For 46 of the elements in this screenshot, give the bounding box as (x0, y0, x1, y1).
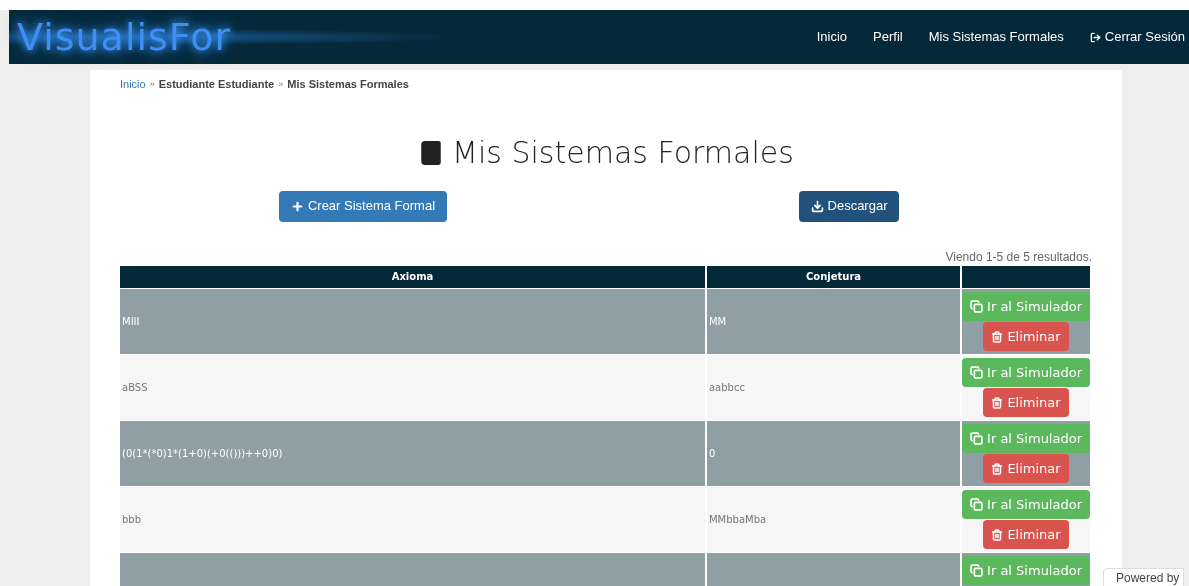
results-summary: Viendo 1-5 de 5 resultados. (945, 248, 1092, 266)
trash-icon (991, 396, 1004, 409)
simulator-button[interactable]: Ir al Simulador (962, 292, 1090, 321)
logout-link[interactable]: Cerrar Sesión (1089, 27, 1185, 47)
delete-button[interactable]: Eliminar (983, 454, 1069, 483)
breadcrumb-item: Estudiante Estudiante (158, 77, 275, 92)
table-cell: bbb (120, 486, 706, 553)
nav-link[interactable]: Inicio (816, 27, 848, 47)
column-header: Conjetura (705, 265, 962, 289)
download-button[interactable]: Descargar (798, 190, 900, 222)
nav-link[interactable]: Perfil (873, 27, 903, 47)
table-cell: (0(1*(*0)1*(1+0)(+0(()))++0)0) (120, 420, 706, 487)
simulator-button[interactable]: Ir al Simulador (962, 358, 1090, 387)
breadcrumb-item: Mis Sistemas Formales (287, 77, 409, 92)
table-cell: MM (705, 288, 962, 355)
delete-button[interactable]: Eliminar (983, 322, 1069, 351)
create-button[interactable]: Crear Sistema Formal (278, 190, 448, 222)
column-header: Axioma (120, 265, 706, 289)
download-icon (810, 199, 824, 213)
delete-button[interactable]: Eliminar (983, 520, 1069, 549)
plus-icon (290, 199, 304, 213)
logout-icon (1089, 31, 1101, 43)
table-cell: MMbbaMba (705, 486, 962, 553)
trash-icon (991, 462, 1004, 475)
simulator-button[interactable]: Ir al Simulador (962, 424, 1090, 453)
windows-icon (970, 366, 984, 379)
powered-by-badge: Powered by (1103, 568, 1185, 586)
breadcrumb-separator: » (278, 77, 284, 91)
brand-logo[interactable]: VisualisFor (17, 18, 232, 56)
nav-link[interactable]: Mis Sistemas Formales (928, 27, 1064, 47)
trash-icon (991, 330, 1004, 343)
windows-icon (970, 564, 984, 577)
simulator-button[interactable]: Ir al Simulador (962, 490, 1090, 519)
table-cell: MIII (120, 288, 706, 355)
windows-icon (970, 498, 984, 511)
windows-icon (970, 300, 984, 313)
table-cell: aBSS (120, 354, 706, 421)
delete-button[interactable]: Eliminar (983, 388, 1069, 417)
table-cell: 0 (705, 420, 962, 487)
breadcrumb-link[interactable]: Inicio (120, 76, 146, 93)
table-cell: aabbcc (705, 354, 962, 421)
windows-icon (970, 432, 984, 445)
simulator-button[interactable]: Ir al Simulador (962, 556, 1090, 585)
breadcrumb-separator: » (149, 77, 155, 91)
trash-icon (991, 528, 1004, 541)
page-title: Mis Sistemas Formales (452, 134, 794, 172)
